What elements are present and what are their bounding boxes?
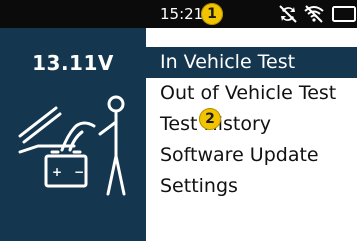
battery-icon (332, 6, 356, 22)
svg-text:−: − (74, 165, 84, 179)
voltage-panel: 13.11V + − (0, 28, 146, 241)
voltage-readout: 13.11V (32, 51, 114, 75)
menu-item-out-of-vehicle-test[interactable]: Out of Vehicle Test (146, 78, 357, 109)
main-menu: In Vehicle Test Out of Vehicle Test Test… (146, 28, 357, 241)
menu-item-settings[interactable]: Settings (146, 171, 357, 202)
car-battery-jump-icon: + − (18, 95, 126, 196)
menu-item-software-update[interactable]: Software Update (146, 140, 357, 171)
sync-off-icon (279, 5, 297, 23)
clock: 15:21 (160, 5, 204, 23)
menu-top-strip (146, 28, 357, 47)
tester-screen: 15:21 13.11V + − In Vehicle Test Out of … (0, 0, 357, 241)
callout-marker-2: 2 (199, 108, 221, 130)
svg-text:+: + (52, 165, 62, 179)
status-bar: 15:21 (0, 0, 357, 28)
menu-item-test-history[interactable]: Test History (146, 109, 357, 140)
menu-item-in-vehicle-test[interactable]: In Vehicle Test (146, 47, 357, 78)
wifi-off-icon (304, 5, 324, 23)
callout-marker-1: 1 (201, 3, 223, 25)
